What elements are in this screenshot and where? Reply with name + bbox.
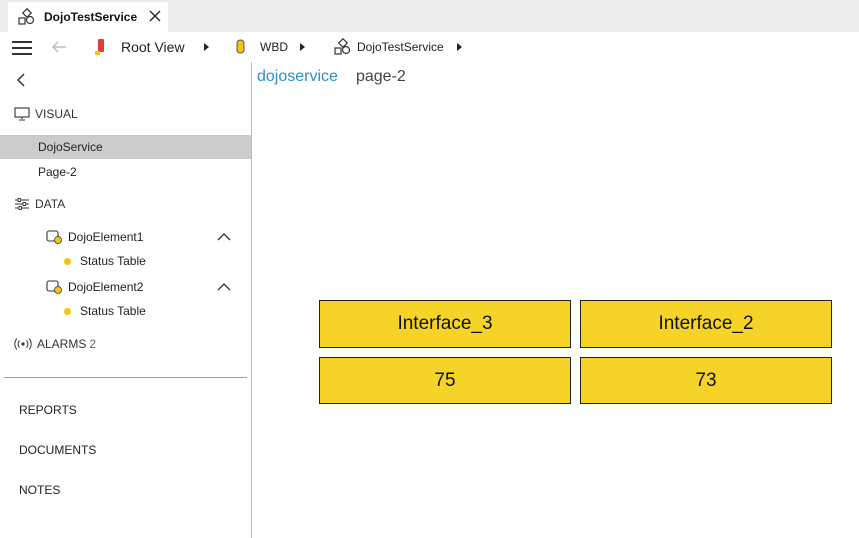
data-element-label: DojoElement1 bbox=[68, 230, 144, 244]
tab-title: DojoTestService bbox=[44, 10, 138, 24]
chevron-up-icon[interactable] bbox=[217, 282, 231, 292]
broadcast-icon bbox=[14, 338, 32, 350]
section-label: DATA bbox=[35, 197, 66, 211]
toolbar: Root View WBD DojoTestService bbox=[0, 32, 859, 62]
section-data[interactable]: DATA bbox=[14, 197, 65, 211]
status-table-item[interactable]: Status Table bbox=[64, 254, 146, 268]
section-alarms[interactable]: ALARMS 2 bbox=[14, 337, 96, 351]
interface-header-cell: Interface_3 bbox=[319, 300, 571, 348]
breadcrumb-link-dojoservice[interactable]: dojoservice bbox=[257, 68, 338, 86]
interface-value-cell: 73 bbox=[580, 357, 832, 404]
sidebar-item-dojoservice[interactable]: DojoService bbox=[0, 135, 251, 159]
data-element-label: DojoElement2 bbox=[68, 280, 144, 294]
section-label: ALARMS bbox=[37, 337, 87, 351]
breadcrumb-current-page: page-2 bbox=[355, 68, 406, 85]
breadcrumb-label: Root View bbox=[121, 39, 185, 55]
sidebar-item-page-2[interactable]: Page-2 bbox=[0, 160, 251, 184]
sidebar-item-label: Page-2 bbox=[38, 165, 77, 179]
page-breadcrumb: dojoservice page-2 bbox=[257, 68, 406, 86]
breadcrumb-label: DojoTestService bbox=[357, 40, 444, 54]
breadcrumb-dojotestservice[interactable]: DojoTestService bbox=[334, 32, 444, 62]
status-dot-icon bbox=[64, 307, 71, 315]
breadcrumb-separator-icon bbox=[300, 43, 305, 51]
service-icon bbox=[334, 38, 351, 55]
section-label: VISUAL bbox=[35, 107, 78, 121]
breadcrumb-root-view[interactable]: Root View bbox=[92, 32, 185, 62]
hamburger-icon[interactable] bbox=[12, 41, 32, 55]
data-element-icon bbox=[46, 280, 62, 294]
status-dot-icon bbox=[64, 257, 71, 265]
wbd-icon bbox=[236, 39, 245, 54]
sidebar-item-label: DojoService bbox=[38, 140, 103, 154]
sidebar-link-notes[interactable]: NOTES bbox=[19, 483, 60, 497]
breadcrumb-separator-icon bbox=[457, 43, 462, 51]
status-table-label: Status Table bbox=[80, 304, 146, 318]
breadcrumb-wbd[interactable]: WBD bbox=[234, 32, 288, 62]
sidebar-link-reports[interactable]: REPORTS bbox=[19, 403, 77, 417]
section-visual[interactable]: VISUAL bbox=[14, 107, 78, 121]
status-table-item[interactable]: Status Table bbox=[64, 304, 146, 318]
chevron-up-icon[interactable] bbox=[217, 232, 231, 242]
interface-value-cell: 75 bbox=[319, 357, 571, 404]
arrow-left-icon[interactable] bbox=[50, 38, 68, 56]
status-table-label: Status Table bbox=[80, 254, 146, 268]
data-element-dojoelement1[interactable]: DojoElement1 bbox=[46, 229, 143, 245]
breadcrumb-label: WBD bbox=[260, 40, 288, 54]
sliders-icon bbox=[15, 198, 29, 210]
service-icon bbox=[18, 8, 35, 25]
sidebar-link-documents[interactable]: DOCUMENTS bbox=[19, 443, 96, 457]
sidebar: VISUAL DojoService Page-2 DATA DojoEleme… bbox=[0, 62, 252, 538]
tab-bar: DojoTestService bbox=[0, 0, 859, 32]
breadcrumb-separator-icon bbox=[204, 43, 209, 51]
root-view-icon bbox=[95, 39, 104, 55]
data-element-icon bbox=[46, 230, 62, 244]
chevron-left-icon[interactable] bbox=[14, 72, 28, 88]
close-icon[interactable] bbox=[148, 9, 162, 23]
alarms-count-badge: 2 bbox=[89, 337, 97, 351]
sidebar-divider bbox=[4, 377, 247, 378]
monitor-icon bbox=[14, 107, 30, 121]
interface-header-cell: Interface_2 bbox=[580, 300, 832, 348]
tab-dojotestservice[interactable]: DojoTestService bbox=[8, 2, 168, 32]
data-element-dojoelement2[interactable]: DojoElement2 bbox=[46, 279, 143, 295]
